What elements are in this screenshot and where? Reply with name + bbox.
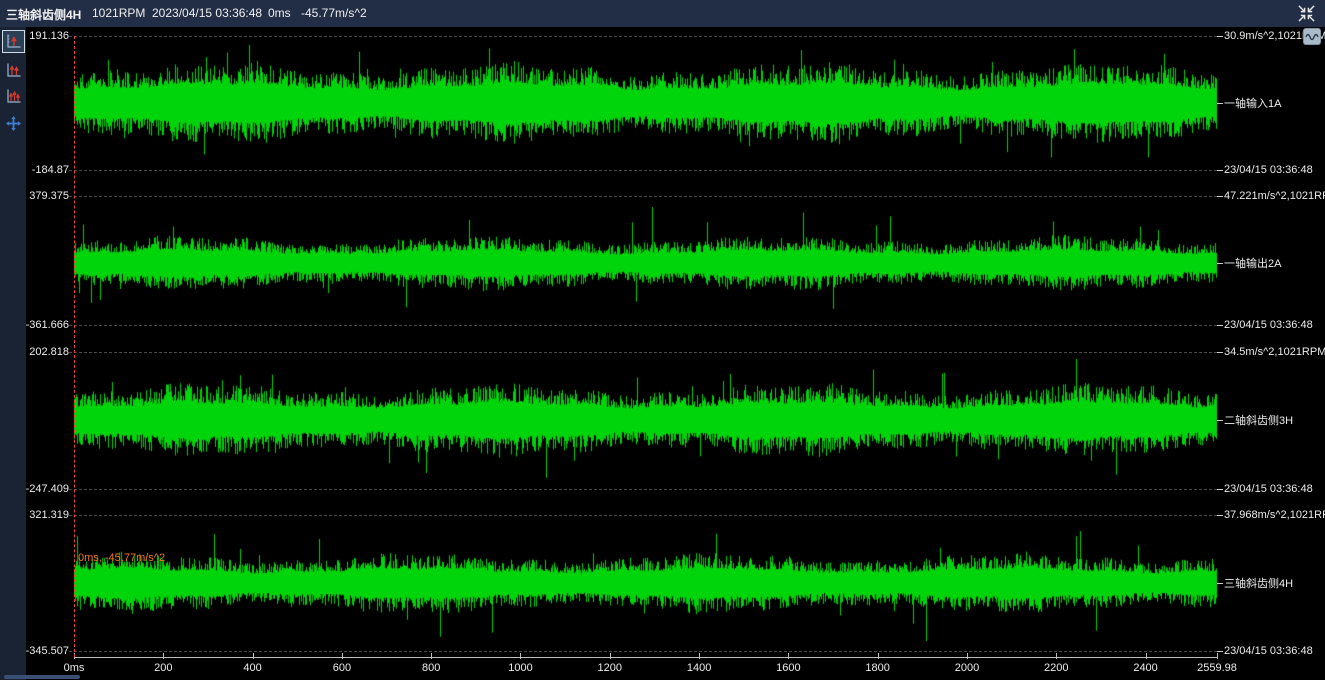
waveform-mode-button[interactable] (1303, 28, 1321, 45)
gridline (69, 651, 1217, 652)
sine-wave-icon (1305, 32, 1319, 42)
x-axis-tick (1056, 653, 1057, 659)
x-axis-tick-label: 600 (333, 662, 351, 674)
x-axis-tick-label: 0ms (64, 662, 85, 674)
spectrum-view-button[interactable] (2, 59, 25, 82)
channel-peak-readout: 34.5m/s^2,1021RPM (1224, 346, 1325, 358)
x-axis-tick (163, 653, 164, 659)
x-axis-tick (967, 653, 968, 659)
channel-name: 一轴输入1A (1224, 95, 1281, 111)
x-axis-tick-label: 400 (243, 662, 261, 674)
x-axis-tick-label: 800 (422, 662, 440, 674)
top-status-bar: 三轴斜齿侧4H 1021RPM 2023/04/15 03:36:48 0ms … (0, 0, 1325, 27)
gridline (69, 196, 1217, 197)
cursor-amplitude-readout: -45.77m/s^2 (301, 6, 367, 20)
gridline (69, 515, 1217, 516)
waveform-plot-area[interactable] (0, 0, 1325, 680)
collapse-window-icon[interactable] (1297, 4, 1316, 23)
multi-spectrum-view-button[interactable] (2, 85, 25, 108)
y-axis-label: -184.87 (32, 164, 69, 176)
x-axis-tick-label: 2200 (1044, 662, 1068, 674)
x-axis (74, 657, 1217, 658)
x-axis-tick (788, 653, 789, 659)
gridline (69, 325, 1217, 326)
x-axis-tick-label: 200 (154, 662, 172, 674)
x-axis-tick (253, 653, 254, 659)
x-axis-tick-label: 1800 (865, 662, 889, 674)
x-axis-tick (699, 653, 700, 659)
app-window: 191.136 -184.87 379.375 -361.666 202.818… (0, 0, 1325, 680)
x-axis-tick (1146, 653, 1147, 659)
x-axis-tick (1217, 653, 1218, 659)
y-axis-label: -345.507 (26, 645, 69, 657)
x-axis-tick-label: 1400 (687, 662, 711, 674)
move-arrows-icon (5, 115, 22, 132)
x-axis-tick-label: 1200 (598, 662, 622, 674)
x-axis-tick-label: 1600 (776, 662, 800, 674)
y-axis-label: -247.409 (26, 483, 69, 495)
datetime-readout: 2023/04/15 03:36:48 (152, 6, 262, 20)
y-axis-label: 202.818 (29, 346, 69, 358)
channel-timestamp: 23/04/15 03:36:48 (1224, 645, 1313, 657)
channel-peak-readout: 47.221m/s^2,1021RPM (1224, 190, 1325, 202)
gridline (69, 352, 1217, 353)
y-axis-label: 379.375 (29, 190, 69, 202)
channel-peak-readout: 37.968m/s^2,1021RPM (1224, 509, 1325, 521)
tool-sidebar (0, 27, 26, 680)
x-axis-tick (520, 653, 521, 659)
y-axis-label: -361.666 (26, 319, 69, 331)
x-axis-tick-label: 2400 (1133, 662, 1157, 674)
channel-timestamp: 23/04/15 03:36:48 (1224, 319, 1313, 331)
rpm-readout: 1021RPM (92, 6, 145, 20)
time-waveform-view-button[interactable] (2, 30, 25, 53)
y-axis-label: 191.136 (29, 30, 69, 42)
gridline (69, 170, 1217, 171)
gridline (69, 489, 1217, 490)
time-waveform-icon (5, 33, 22, 50)
channel-timestamp: 23/04/15 03:36:48 (1224, 164, 1313, 176)
channel-name: 三轴斜齿侧4H (1224, 575, 1293, 591)
x-axis-tick (342, 653, 343, 659)
channel-name: 二轴斜齿侧3H (1224, 412, 1293, 428)
cursor-annotation: 0ms, -45.77m/s^2 (78, 552, 165, 564)
x-axis-tick-label: 2559.98 (1197, 662, 1237, 674)
cursor-time-readout: 0ms (268, 6, 291, 20)
pan-move-button[interactable] (2, 112, 25, 135)
horizontal-scrollbar-thumb[interactable] (4, 675, 80, 679)
channel-timestamp: 23/04/15 03:36:48 (1224, 483, 1313, 495)
spectrum-icon (5, 62, 22, 79)
gridline (69, 36, 1217, 37)
y-axis-label: 321.319 (29, 509, 69, 521)
x-axis-tick-label: 2000 (955, 662, 979, 674)
x-axis-tick (878, 653, 879, 659)
active-channel-title: 三轴斜齿侧4H (6, 6, 81, 23)
multi-spectrum-icon (5, 88, 22, 105)
x-axis-tick (610, 653, 611, 659)
channel-name: 一轴输出2A (1224, 255, 1281, 271)
x-axis-tick (431, 653, 432, 659)
x-axis-tick-label: 1000 (508, 662, 532, 674)
time-cursor-line[interactable] (74, 36, 75, 657)
